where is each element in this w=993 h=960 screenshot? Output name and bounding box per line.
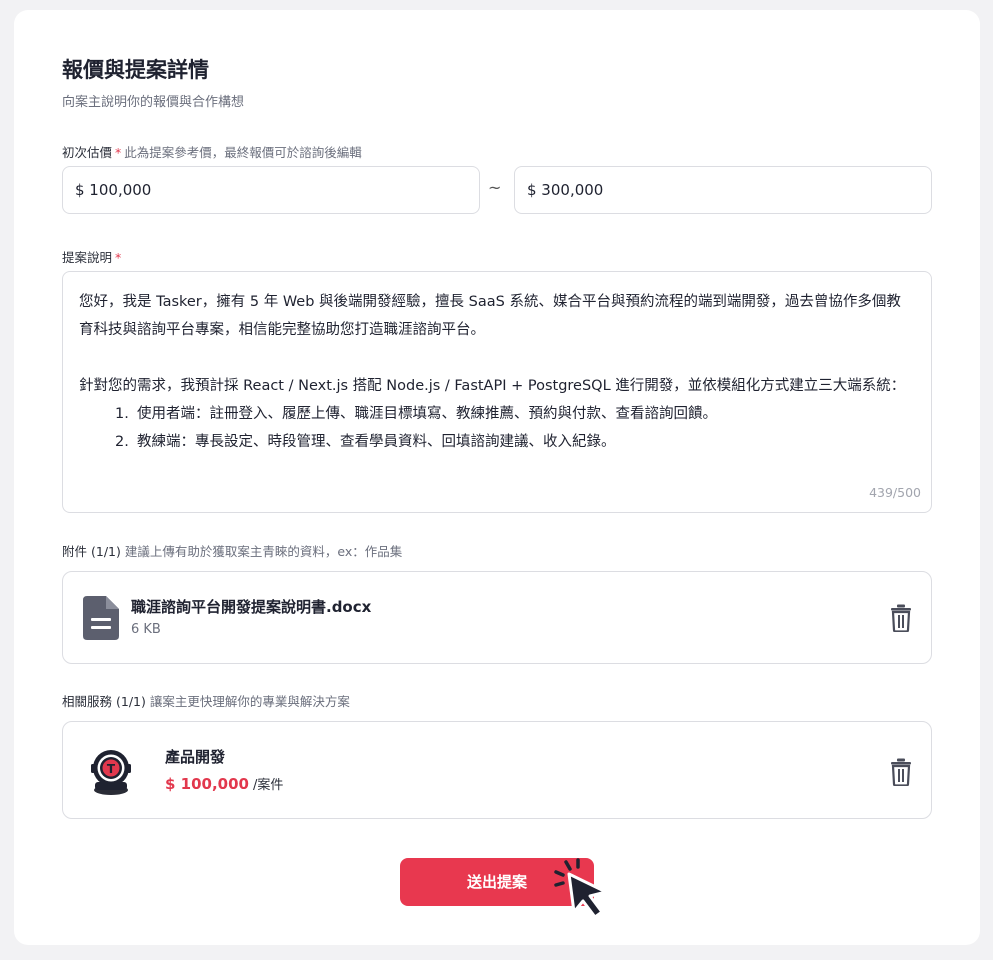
proposal-textarea[interactable]: 您好，我是 Tasker，擁有 5 年 Web 與後端開發經驗，擅長 SaaS … — [62, 271, 932, 513]
avatar-letter: T — [107, 762, 116, 776]
trash-icon[interactable] — [889, 604, 913, 632]
char-counter: 439/500 — [869, 485, 921, 500]
estimate-label: 初次估價 — [62, 145, 113, 160]
services-hint: 讓案主更快理解你的專業與解決方案 — [149, 694, 350, 709]
attachments-label: 附件 — [62, 544, 88, 559]
file-size: 6 KB — [131, 622, 161, 637]
service-card: T 產品開發 $ 100,000/案件 — [62, 721, 932, 819]
proposal-label-row: 提案說明 * — [62, 247, 124, 266]
services-label-row: 相關服務 (1/1) 讓案主更快理解你的專業與解決方案 — [62, 691, 350, 710]
proposal-paragraph-1: 您好，我是 Tasker，擁有 5 年 Web 與後端開發經驗，擅長 SaaS … — [79, 294, 901, 338]
services-label: 相關服務 — [62, 694, 113, 709]
list-item: 1. 使用者端：註冊登入、履歷上傳、職涯目標填寫、教練推薦、預約與付款、查看諮詢回… — [115, 406, 717, 422]
required-mark: * — [115, 250, 122, 265]
attachments-count: (1/1) — [91, 544, 121, 559]
required-mark: * — [115, 145, 122, 160]
estimate-hint: 此為提案參考價，最終報價可於諮詢後編輯 — [124, 145, 362, 160]
estimate-label-row: 初次估價 * 此為提案參考價，最終報價可於諮詢後編輯 — [62, 142, 362, 161]
trash-icon[interactable] — [889, 758, 913, 786]
proposal-paragraph-2: 針對您的需求，我預計採 React / Next.js 搭配 Node.js /… — [79, 378, 906, 394]
attachments-hint: 建議上傳有助於獲取案主青睞的資料，ex：作品集 — [124, 544, 403, 559]
service-unit: /案件 — [252, 778, 284, 793]
proposal-label: 提案說明 — [62, 250, 113, 265]
attachments-label-row: 附件 (1/1) 建議上傳有助於獲取案主青睞的資料，ex：作品集 — [62, 541, 402, 560]
attachment-card: 職涯諮詢平台開發提案說明書.docx 6 KB — [62, 571, 932, 664]
estimate-min-input[interactable] — [62, 166, 480, 214]
range-separator: ~ — [488, 178, 502, 197]
service-name: 產品開發 — [165, 748, 226, 766]
proposal-list: 1. 使用者端：註冊登入、履歷上傳、職涯目標填寫、教練推薦、預約與付款、查看諮詢回… — [79, 400, 915, 456]
document-icon — [83, 596, 119, 640]
pointer-cursor-icon — [554, 858, 608, 919]
estimate-max-input[interactable] — [514, 166, 932, 214]
file-name: 職涯諮詢平台開發提案說明書.docx — [131, 598, 372, 616]
avatar: T — [91, 750, 131, 795]
service-price: $ 100,000 — [165, 775, 249, 793]
section-title: 報價與提案詳情 — [62, 58, 209, 82]
services-count: (1/1) — [116, 694, 146, 709]
section-subtitle: 向案主說明你的報價與合作構想 — [62, 95, 245, 110]
list-item: 2. 教練端：專長設定、時段管理、查看學員資料、回填諮詢建議、收入紀錄。 — [115, 434, 616, 450]
service-price-row: $ 100,000/案件 — [165, 774, 283, 793]
